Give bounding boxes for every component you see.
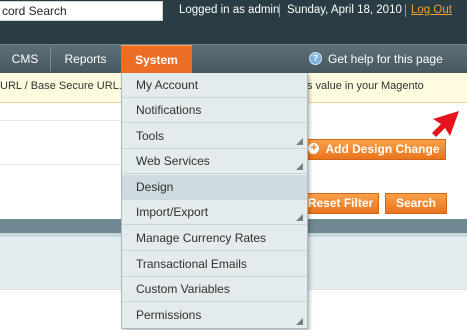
main-navigation: CMS Reports System ? Get help for this p… [0, 44, 467, 74]
nav-item-system[interactable]: System [121, 45, 192, 74]
search-button-label: Search [395, 196, 437, 210]
add-design-change-label: Add Design Change [325, 142, 440, 156]
menu-item-label: Manage Currency Rates [136, 231, 267, 245]
reset-filter-label: Reset Filter [307, 196, 374, 210]
logged-in-user-text: Logged in as admin [179, 4, 280, 16]
add-design-change-button[interactable]: + Add Design Change [302, 139, 446, 160]
notice-text-left: URL / Base Secure URL. [0, 80, 122, 92]
global-record-search-input[interactable] [0, 1, 163, 21]
admin-header: Logged in as admin Sunday, April 18, 201… [0, 0, 467, 44]
notice-text-right: s value in your Magento [307, 80, 424, 92]
help-circle-icon[interactable]: ? [309, 52, 322, 65]
menu-item-transactional-emails[interactable]: Transactional Emails [122, 252, 307, 277]
menu-item-label: Web Services [136, 154, 210, 168]
logout-link[interactable]: Log Out [411, 4, 452, 16]
help-link[interactable]: Get help for this page [328, 45, 443, 73]
menu-item-label: My Account [136, 78, 199, 92]
menu-item-design[interactable]: Design [122, 175, 307, 200]
submenu-arrow-icon [296, 163, 303, 170]
submenu-arrow-icon [296, 318, 303, 325]
content-divider [0, 164, 120, 165]
plus-circle-icon: + [308, 143, 320, 155]
menu-item-label: Permissions [136, 308, 202, 322]
menu-item-label: Tools [136, 129, 165, 143]
search-button[interactable]: Search [385, 193, 447, 214]
menu-item-label: Notifications [136, 103, 202, 117]
menu-item-label: Design [136, 180, 174, 194]
menu-item-label: Custom Variables [136, 282, 230, 296]
menu-item-tools[interactable]: Tools [122, 124, 307, 149]
menu-item-permissions[interactable]: Permissions [122, 303, 307, 328]
menu-item-web-services[interactable]: Web Services [122, 149, 307, 174]
red-arrow-icon [432, 111, 459, 137]
menu-item-import-export[interactable]: Import/Export [122, 200, 307, 225]
header-separator [279, 4, 280, 17]
menu-item-label: Import/Export [136, 205, 209, 219]
menu-item-my-account[interactable]: My Account [122, 73, 307, 98]
reset-filter-button[interactable]: Reset Filter [302, 193, 379, 214]
menu-item-notifications[interactable]: Notifications [122, 98, 307, 123]
system-dropdown-menu: My Account Notifications Tools Web Servi… [121, 73, 308, 329]
menu-item-label: Transactional Emails [136, 257, 247, 271]
submenu-arrow-icon [296, 138, 303, 145]
nav-item-cms[interactable]: CMS [0, 45, 50, 73]
header-separator [405, 4, 406, 17]
menu-item-manage-currency-rates[interactable]: Manage Currency Rates [122, 226, 307, 251]
content-divider [0, 120, 120, 121]
submenu-arrow-icon [296, 214, 303, 221]
nav-item-reports[interactable]: Reports [51, 45, 120, 73]
header-date-text: Sunday, April 18, 2010 [287, 4, 402, 16]
menu-item-custom-variables[interactable]: Custom Variables [122, 277, 307, 302]
